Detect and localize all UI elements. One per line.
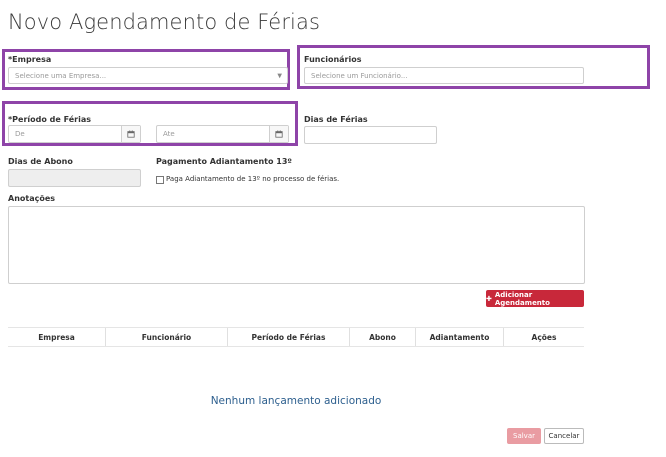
adiantamento-label: Pagamento Adiantamento 13º [156, 157, 292, 166]
empresa-select-value: Selecione uma Empresa... [15, 71, 107, 80]
calendar-icon[interactable] [269, 126, 288, 142]
cancel-button[interactable]: Cancelar [544, 428, 584, 444]
column-header: Funcionário [105, 328, 227, 346]
adiantamento-checkbox-label: Paga Adiantamento de 13º no processo de … [166, 175, 340, 183]
funcionarios-select[interactable]: Selecione um Funcionário... [304, 67, 584, 84]
funcionarios-select-value: Selecione um Funcionário... [311, 71, 408, 80]
add-agendamento-button[interactable]: ✚ Adicionar Agendamento [486, 290, 584, 307]
save-button[interactable]: Salvar [507, 428, 541, 444]
column-header: Empresa [38, 332, 75, 342]
funcionarios-label: Funcionários [304, 55, 362, 64]
periodo-to-placeholder: Ate [163, 130, 175, 138]
periodo-label: *Período de Férias [8, 115, 92, 124]
column-header: Período de Férias [227, 328, 349, 346]
adiantamento-checkbox[interactable] [156, 176, 164, 184]
dias-abono-label: Dias de Abono [8, 157, 73, 166]
anotacoes-textarea[interactable] [8, 206, 585, 284]
periodo-from-input[interactable]: De [8, 125, 141, 143]
calendar-icon[interactable] [121, 126, 140, 142]
periodo-to-input[interactable]: Ate [156, 125, 289, 143]
page-title: Novo Agendamento de Férias [8, 10, 321, 34]
dias-abono-input [8, 169, 141, 187]
table-header: Empresa Funcionário Período de Férias Ab… [8, 327, 584, 347]
empresa-label: *Empresa [8, 55, 52, 64]
column-header: Ações [503, 328, 584, 346]
empresa-select[interactable]: Selecione uma Empresa... ▼ [8, 67, 288, 84]
dias-ferias-input[interactable] [304, 126, 437, 144]
periodo-from-placeholder: De [15, 130, 25, 138]
dias-ferias-label: Dias de Férias [304, 115, 368, 124]
column-header: Adiantamento [415, 328, 503, 346]
chevron-down-icon: ▼ [277, 72, 282, 79]
anotacoes-label: Anotações [8, 194, 56, 203]
plus-icon: ✚ [486, 294, 492, 303]
column-header: Abono [349, 328, 415, 346]
add-agendamento-label: Adicionar Agendamento [494, 290, 550, 307]
empty-table-message: Nenhum lançamento adicionado [210, 395, 382, 407]
